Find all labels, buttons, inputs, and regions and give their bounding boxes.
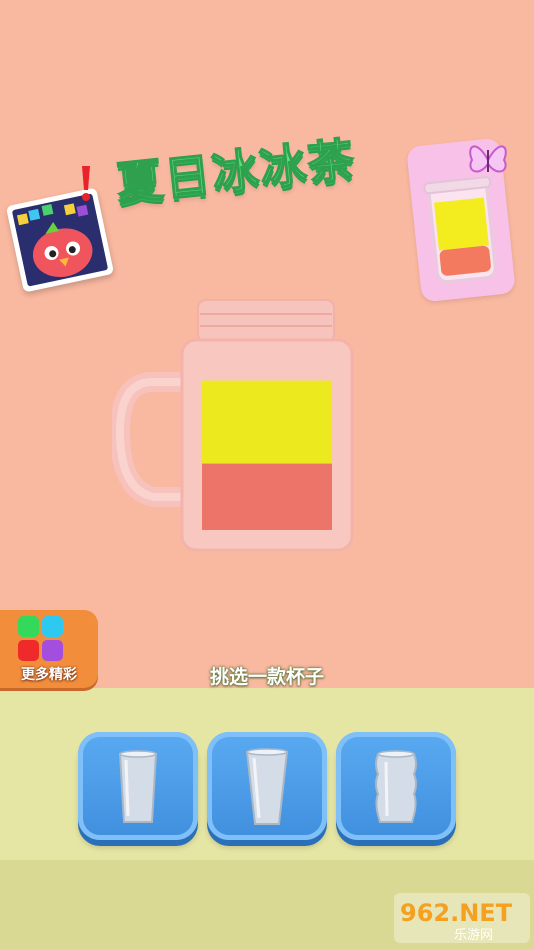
butterfly-icon xyxy=(469,145,507,173)
exclamation-icon xyxy=(82,166,90,201)
wavy-cup-icon xyxy=(375,750,417,823)
promo-game-icon-left[interactable] xyxy=(5,187,115,293)
straight-cup-icon xyxy=(118,750,158,823)
bird-icon xyxy=(16,203,93,278)
jar-with-drink xyxy=(112,299,354,552)
cup-option-straight[interactable] xyxy=(78,732,198,840)
red-drink-layer xyxy=(202,463,332,530)
tapered-cup-icon xyxy=(245,748,289,825)
site-watermark: 962.NET 乐游网 xyxy=(394,893,530,943)
cup-option-wavy[interactable] xyxy=(336,732,456,840)
more-games-label: 更多精彩 xyxy=(21,667,77,683)
watermark-subtext: 乐游网 xyxy=(454,928,493,943)
cup-option-tapered[interactable] xyxy=(207,732,327,840)
jar-lid xyxy=(197,299,335,343)
yellow-drink-layer xyxy=(202,380,332,464)
watermark-text: 962.NET xyxy=(400,899,513,927)
promo-game-art xyxy=(11,193,109,287)
more-games-button[interactable]: 更多精彩 xyxy=(0,610,98,688)
color-grid-icon xyxy=(18,616,64,662)
